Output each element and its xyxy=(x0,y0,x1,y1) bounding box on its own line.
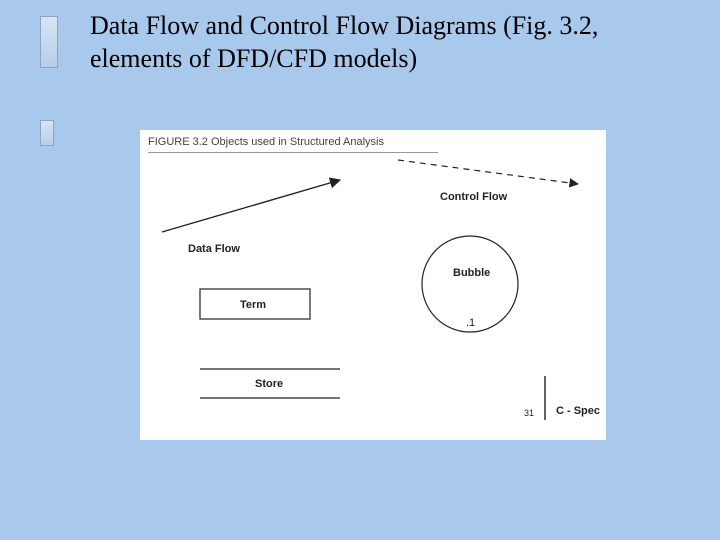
figure-caption-divider xyxy=(148,152,438,153)
store-label: Store xyxy=(255,378,283,390)
bubble-label: Bubble xyxy=(453,267,490,279)
page-number: 31 xyxy=(524,408,534,418)
figure-caption: FIGURE 3.2 Objects used in Structured An… xyxy=(148,136,384,148)
body-bullet-icon xyxy=(40,120,54,146)
slide-title: Data Flow and Control Flow Diagrams (Fig… xyxy=(90,10,670,75)
data-flow-label: Data Flow xyxy=(188,243,240,255)
figure-panel: FIGURE 3.2 Objects used in Structured An… xyxy=(140,130,606,440)
title-bullet-icon xyxy=(40,16,58,68)
figure-diagram: Control Flow Data Flow Term Bubble .1 St… xyxy=(140,154,606,440)
title-block: Data Flow and Control Flow Diagrams (Fig… xyxy=(40,10,680,100)
data-flow-arrow-icon xyxy=(162,180,340,232)
bubble-index-label: .1 xyxy=(466,317,475,329)
control-flow-label: Control Flow xyxy=(440,191,508,203)
cspec-label: C - Spec xyxy=(556,405,600,417)
control-flow-arrow-icon xyxy=(398,160,578,184)
term-label: Term xyxy=(240,299,266,311)
